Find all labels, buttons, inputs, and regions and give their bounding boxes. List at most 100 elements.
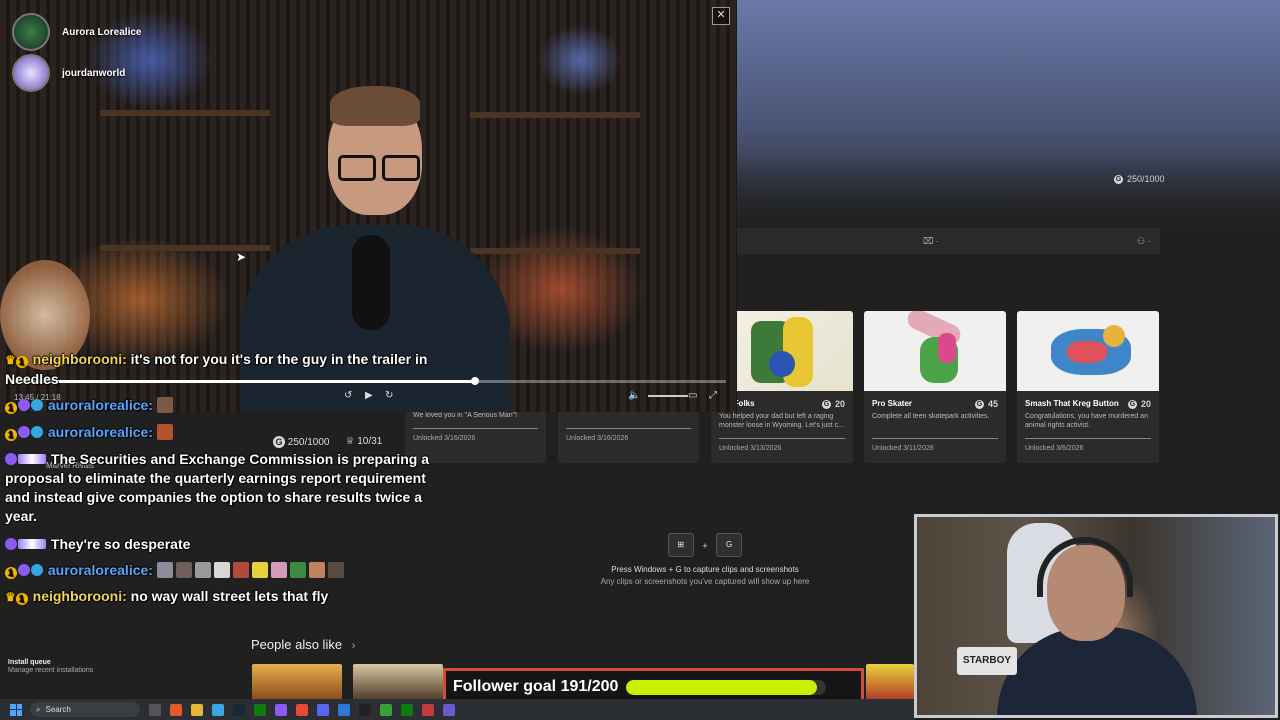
- achievement-card[interactable]: Smash That Kreg Button G 20 Congratulatio…: [1017, 311, 1159, 463]
- xbox-icon[interactable]: [254, 703, 266, 716]
- crown-badge-icon: ♛: [5, 590, 16, 604]
- avatar: [12, 54, 50, 92]
- rewind-icon[interactable]: ↺: [344, 390, 352, 401]
- emote-icon: [251, 562, 268, 578]
- xbox-app-icon[interactable]: [401, 703, 413, 716]
- achievement-image: [1017, 311, 1159, 391]
- follower-goal-label: Follower goal 191/200: [453, 678, 619, 695]
- volume-slider[interactable]: [648, 395, 688, 397]
- chat-nick[interactable]: neighborooni:: [33, 351, 127, 367]
- sub-badge-icon: 1: [5, 567, 17, 579]
- game-tab-bar: ⌧ · ⚇ ·: [737, 228, 1160, 254]
- capture-shortcut: ⊞ + G: [590, 533, 820, 557]
- sub-tier-badge-icon: [31, 399, 43, 411]
- friends-tab-icon[interactable]: ⚇ ·: [1137, 236, 1151, 247]
- forward-icon[interactable]: ↻: [385, 390, 393, 401]
- chat-nick[interactable]: auroralorealice:: [48, 397, 153, 413]
- app-icon[interactable]: [380, 703, 392, 716]
- chat-nick[interactable]: auroralorealice:: [48, 424, 153, 440]
- game-thumbnail[interactable]: [353, 664, 443, 700]
- gamerscore-stat: G 250/1000: [273, 436, 330, 448]
- app-icon[interactable]: [338, 703, 350, 716]
- edge-icon[interactable]: [212, 703, 224, 716]
- firefox-icon[interactable]: [170, 703, 182, 716]
- achievement-desc: Congratulations, you have murdered an an…: [1025, 413, 1148, 429]
- viewer-name: jourdanworld: [62, 67, 126, 79]
- shelf: [470, 248, 640, 254]
- achievement-points-value: 45: [987, 399, 998, 409]
- captions-icon[interactable]: ▭: [688, 390, 697, 401]
- chat-message: The Securities and Exchange Commission i…: [5, 450, 435, 526]
- achievement-desc: You helped your dad but left a raging mo…: [719, 413, 844, 429]
- game-stats-row: G 250/1000 ♕ 10/31: [273, 436, 382, 448]
- chat-nick[interactable]: auroralorealice:: [48, 562, 153, 578]
- emote-icon: [270, 562, 287, 578]
- obs-icon[interactable]: [359, 703, 371, 716]
- achievement-image: [864, 311, 1006, 391]
- hero-gamerscore-value: 250/1000: [1127, 174, 1165, 184]
- close-button[interactable]: ✕: [712, 7, 730, 25]
- people-also-like-heading[interactable]: People also like ›: [251, 637, 355, 652]
- glasses: [338, 155, 376, 181]
- game-thumbnail[interactable]: [252, 664, 342, 700]
- achievement-date: Unlocked 3/16/2026: [566, 435, 629, 442]
- license-plate: STARBOY: [957, 647, 1017, 675]
- achievement-date: Unlocked 3/16/2026: [413, 435, 476, 442]
- install-queue-title: Install queue: [8, 659, 51, 666]
- hero-gamerscore: G 250/1000: [1114, 174, 1165, 184]
- achievement-points-value: 20: [834, 399, 845, 409]
- streamer-hair: [330, 86, 420, 126]
- app-icon[interactable]: [422, 703, 434, 716]
- achievement-date: Unlocked 3/13/2026: [719, 445, 782, 452]
- viewer-name: Aurora Lorealice: [62, 26, 142, 38]
- achievements-stat: ♕ 10/31: [346, 436, 383, 448]
- sub-badge-icon: 1: [15, 356, 28, 368]
- search-icon: ⌕: [36, 704, 41, 714]
- file-explorer-icon[interactable]: [191, 703, 203, 716]
- fullscreen-icon[interactable]: ⤢: [709, 390, 717, 401]
- start-button[interactable]: [10, 703, 22, 716]
- chat-nick[interactable]: neighborooni:: [33, 588, 127, 604]
- achievement-desc: Complete all teen skatepark activities.: [872, 413, 990, 420]
- gamerscore-value: 250/1000: [287, 437, 330, 448]
- emote-icon: [289, 562, 306, 578]
- mod-badge-icon: [5, 538, 17, 550]
- capture-tab-icon[interactable]: ⌧ ·: [923, 236, 939, 247]
- rainbow-badge-icon: [18, 539, 46, 549]
- achievement-card[interactable]: Pro Skater G 45 Complete all teen skatepa…: [864, 311, 1006, 463]
- chat-text: no way wall street lets that fly: [130, 588, 329, 604]
- chevron-right-icon: ›: [351, 640, 356, 652]
- emote-icon: [156, 562, 173, 578]
- avatar: [12, 13, 50, 51]
- install-queue[interactable]: Install queue Manage recent installation…: [8, 659, 93, 674]
- volume-icon[interactable]: 🔈: [628, 390, 640, 401]
- mouse-cursor-icon: ➤: [236, 250, 247, 264]
- twitch-icon[interactable]: [275, 703, 287, 716]
- task-view-icon[interactable]: [149, 703, 161, 716]
- emote-icon: [175, 562, 192, 578]
- taskbar-search[interactable]: ⌕ Search: [30, 702, 140, 717]
- achievement-title-row: Pro Skater G 45: [864, 391, 1006, 409]
- gamerscore-icon: G: [821, 399, 831, 409]
- discord-icon[interactable]: [317, 703, 329, 716]
- chat-message: 1 auroralorealice:: [5, 423, 176, 442]
- game-thumbnail[interactable]: [866, 664, 914, 700]
- achievement-date: Unlocked 3/11/2026: [872, 445, 934, 452]
- glasses: [382, 155, 420, 181]
- steam-icon[interactable]: [233, 703, 245, 716]
- webcam-overlay: STARBOY: [914, 514, 1278, 718]
- viewer-item[interactable]: jourdanworld: [12, 54, 125, 92]
- gamerscore-icon: G: [1127, 399, 1137, 409]
- chat-message: ♛ 1 neighborooni: no way wall street lets…: [5, 587, 328, 607]
- windows-taskbar: ⌕ Search: [0, 699, 914, 720]
- follower-goal-track: [626, 679, 827, 695]
- app-icon[interactable]: [443, 703, 455, 716]
- brave-icon[interactable]: [296, 703, 308, 716]
- viewer-item[interactable]: Aurora Lorealice: [12, 13, 141, 51]
- capture-submessage: Any clips or screenshots you've captured…: [600, 577, 810, 586]
- achievement-points: G 20: [1127, 399, 1151, 409]
- play-icon[interactable]: ▶: [365, 390, 373, 401]
- shelf: [470, 112, 640, 118]
- sub-badge-icon: 1: [5, 429, 17, 441]
- achievements-count: 10/31: [357, 436, 383, 447]
